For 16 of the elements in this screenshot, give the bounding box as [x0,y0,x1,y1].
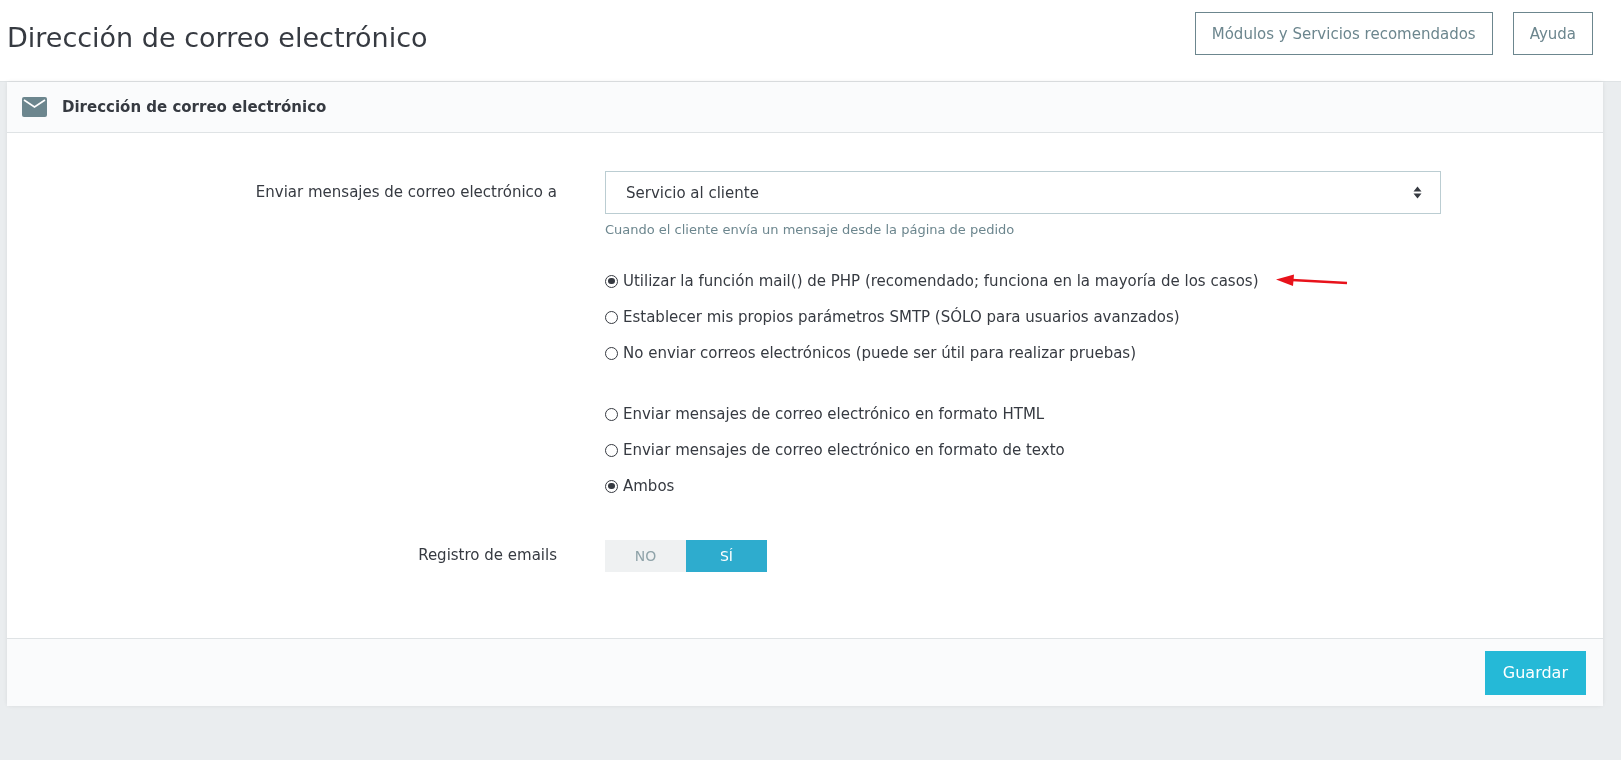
envelope-icon [22,97,47,117]
radio-option[interactable]: Enviar mensajes de correo electrónico en formato HTML [605,402,1045,426]
page-title: Dirección de correo electrónico [7,21,428,55]
recipient-select[interactable]: Servicio al cliente [605,171,1441,214]
radio-option[interactable]: Establecer mis propios parámetros SMTP (SÓLO para usuarios avanzados) [605,305,1180,329]
radio-option[interactable]: Ambos [605,474,675,498]
help-text: Cuando el cliente envía un mensaje desde la página de pedido [605,222,1016,237]
header-button[interactable]: Módulos y Servicios recomendados [1194,12,1493,55]
radio-option[interactable]: No enviar correos electrónicos (puede ser útil para realizar pruebas) [605,341,1136,365]
radio-option[interactable]: Enviar mensajes de correo electrónico en formato de texto [605,438,1065,462]
header-button[interactable]: Ayuda [1512,12,1593,55]
radio-option[interactable]: Utilizar la función mail() de PHP (recomendado; funciona en la mayoría de los casos) [605,269,1348,293]
panel-title: Dirección de correo electrónico [62,98,327,116]
field-label: Enviar mensajes de correo electrónico a [255,183,557,201]
sort-caret-icon [1413,186,1422,199]
field-label: Registro de emails [418,546,557,564]
